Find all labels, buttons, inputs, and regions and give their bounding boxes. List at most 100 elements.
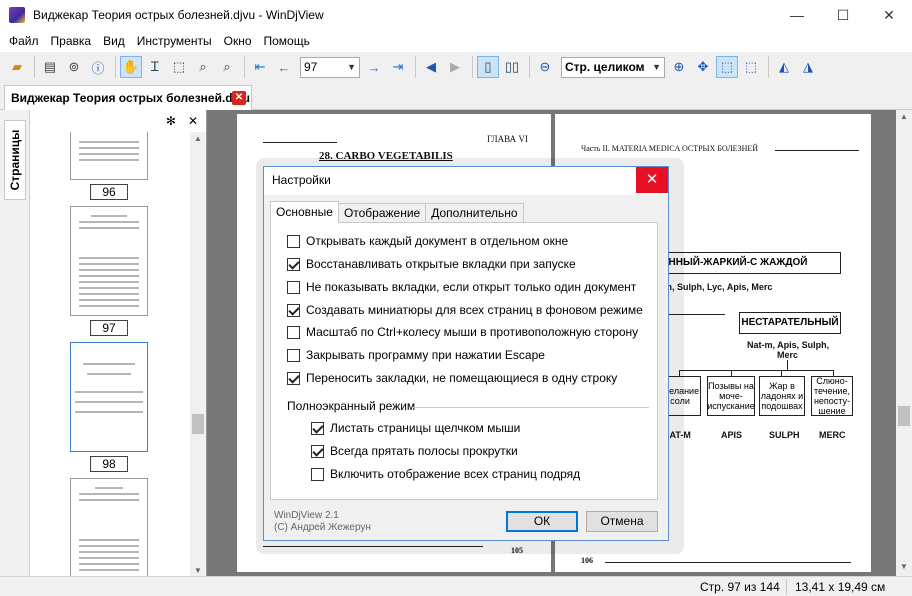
thumbnail-scrollbar[interactable]: ▲ ▼ bbox=[190, 132, 206, 580]
checkbox[interactable] bbox=[311, 421, 324, 435]
text-select-icon[interactable]: Ꮖ bbox=[144, 56, 166, 78]
rect-select-icon[interactable]: ⬚ bbox=[168, 56, 190, 78]
first-page-icon[interactable]: ⇤ bbox=[249, 56, 271, 78]
status-bar: Стр. 97 из 144 13,41 x 19,49 см bbox=[0, 576, 912, 596]
menu-window[interactable]: Окно bbox=[218, 30, 258, 52]
option-background-thumbs[interactable]: Создавать миниатюры для всех страниц в ф… bbox=[287, 303, 643, 317]
option-wrap-bookmarks[interactable]: Переносить закладки, не помещающиеся в о… bbox=[287, 371, 617, 385]
page-number-value: 97 bbox=[304, 60, 318, 74]
option-invert-zoom[interactable]: Масштаб по Ctrl+колесу мыши в противопол… bbox=[287, 325, 638, 339]
option-hide-scrollbars[interactable]: Всегда прятать полосы прокрутки bbox=[311, 444, 518, 458]
chevron-down-icon: ▼ bbox=[652, 62, 661, 72]
option-continuous[interactable]: Включить отображение всех страниц подряд bbox=[311, 467, 580, 481]
checkbox[interactable] bbox=[287, 303, 300, 317]
document-tab[interactable]: Виджекар Теория острых болезней.djvu ✕ bbox=[4, 85, 252, 110]
close-icon[interactable]: ✕ bbox=[188, 114, 198, 128]
checkbox[interactable] bbox=[311, 467, 324, 481]
last-page-icon[interactable]: ⇥ bbox=[387, 56, 409, 78]
checkbox[interactable] bbox=[287, 280, 300, 294]
option-label: Листать страницы щелчком мыши bbox=[330, 421, 521, 435]
title-bar: Виджекар Теория острых болезней.djvu - W… bbox=[0, 0, 912, 30]
option-close-escape[interactable]: Закрывать программу при нажатии Escape bbox=[287, 348, 545, 362]
option-label: Всегда прятать полосы прокрутки bbox=[330, 444, 518, 458]
book-layout-icon[interactable]: ▯▯ bbox=[501, 56, 523, 78]
checkbox[interactable] bbox=[287, 348, 300, 362]
leaf-label: SULPH bbox=[769, 430, 800, 440]
tab-pages[interactable]: Страницы bbox=[4, 120, 26, 200]
dialog-close-button[interactable]: ✕ bbox=[636, 167, 668, 193]
settings-dialog: Настройки ✕ Основные Отображение Дополни… bbox=[263, 166, 669, 541]
zoom-rect-icon[interactable]: ⌕ bbox=[192, 56, 214, 78]
prev-page-icon[interactable]: ← bbox=[273, 56, 295, 78]
scroll-up-icon[interactable]: ▲ bbox=[192, 134, 204, 146]
status-separator bbox=[786, 579, 787, 595]
tab-advanced[interactable]: Дополнительно bbox=[425, 203, 524, 223]
zoom-out-icon[interactable]: ⊖ bbox=[534, 56, 556, 78]
menu-tools[interactable]: Инструменты bbox=[131, 30, 218, 52]
sidebar-tabs: Страницы bbox=[0, 110, 30, 580]
checkbox[interactable] bbox=[287, 371, 300, 385]
scroll-down-icon[interactable]: ▼ bbox=[898, 562, 910, 574]
tab-display[interactable]: Отображение bbox=[337, 203, 427, 223]
menu-bar: Файл Правка Вид Инструменты Окно Помощь bbox=[0, 30, 912, 52]
menu-help[interactable]: Помощь bbox=[258, 30, 316, 52]
thumbnail-99[interactable] bbox=[70, 478, 148, 580]
group-divider bbox=[413, 407, 649, 408]
maximize-button[interactable]: ☐ bbox=[820, 0, 866, 30]
hand-tool-icon[interactable]: ✋ bbox=[120, 56, 142, 78]
fit-width-icon[interactable]: ✥ bbox=[692, 56, 714, 78]
close-window-button[interactable]: ✕ bbox=[866, 0, 912, 30]
rotate-right-icon[interactable]: ◮ bbox=[797, 56, 819, 78]
fit-page-icon[interactable]: ⬚ bbox=[716, 56, 738, 78]
scrollbar-thumb[interactable] bbox=[898, 406, 910, 426]
gear-icon[interactable]: ✻ bbox=[166, 114, 176, 128]
thumbnail-96[interactable] bbox=[70, 132, 148, 180]
scroll-up-icon[interactable]: ▲ bbox=[898, 112, 910, 124]
checkbox[interactable] bbox=[287, 234, 300, 248]
page-number-combo[interactable]: 97 ▼ bbox=[300, 56, 360, 78]
diagram-leaf: Слюно-течение, непосту-шение bbox=[811, 376, 853, 416]
document-scrollbar[interactable]: ▲ ▼ bbox=[896, 110, 912, 576]
next-page-icon[interactable]: → bbox=[363, 56, 385, 78]
checkbox[interactable] bbox=[311, 444, 324, 458]
option-restore-tabs[interactable]: Восстанавливать открытые вкладки при зап… bbox=[287, 257, 576, 271]
thumbnail-label: 97 bbox=[90, 320, 128, 336]
zoom-icon[interactable]: ⌕ bbox=[216, 56, 238, 78]
cancel-button[interactable]: Отмена bbox=[586, 511, 658, 532]
ok-button[interactable]: ОК bbox=[506, 511, 578, 532]
option-click-flip[interactable]: Листать страницы щелчком мыши bbox=[311, 421, 520, 435]
page-header: Часть II. MATERIA MEDICA ОСТРЫХ БОЛЕЗНЕЙ bbox=[581, 144, 759, 153]
print-icon[interactable]: ▤ bbox=[39, 56, 61, 78]
leaf-label: APIS bbox=[721, 430, 743, 440]
checkbox[interactable] bbox=[287, 325, 300, 339]
zoom-in-icon[interactable]: ⊕ bbox=[668, 56, 690, 78]
menu-edit[interactable]: Правка bbox=[45, 30, 98, 52]
back-icon[interactable]: ◀ bbox=[420, 56, 442, 78]
info-icon[interactable]: ⓘ bbox=[87, 56, 109, 78]
single-page-layout-icon[interactable]: ▯ bbox=[477, 56, 499, 78]
find-icon[interactable]: ⊚ bbox=[63, 56, 85, 78]
thumbnail-98[interactable] bbox=[70, 342, 148, 452]
thumbnail-list[interactable]: 96 97 98 bbox=[30, 132, 190, 580]
menu-view[interactable]: Вид bbox=[97, 30, 131, 52]
zoom-combo[interactable]: Стр. целиком ▼ bbox=[561, 56, 665, 78]
thumbnails-panel: ✻ ✕ 96 97 98 ▲ ▼ bbox=[30, 110, 206, 580]
option-label: Восстанавливать открытые вкладки при зап… bbox=[306, 257, 576, 271]
option-hide-tabs[interactable]: Не показывать вкладки, если открыт тольк… bbox=[287, 280, 636, 294]
thumbnail-97[interactable] bbox=[70, 206, 148, 316]
remedies-mid-1: Nat-m, Apis, Sulph, bbox=[747, 340, 830, 350]
menu-file[interactable]: Файл bbox=[3, 30, 45, 52]
zoom-value: Стр. целиком bbox=[565, 60, 645, 74]
option-separate-window[interactable]: Открывать каждый документ в отдельном ок… bbox=[287, 234, 568, 248]
fit-page-alt-icon[interactable]: ⬚ bbox=[740, 56, 762, 78]
rotate-left-icon[interactable]: ◭ bbox=[773, 56, 795, 78]
diagram-leaf: Позывы на моче-испускание bbox=[707, 376, 755, 416]
close-tab-icon[interactable]: ✕ bbox=[232, 91, 246, 105]
scrollbar-thumb[interactable] bbox=[192, 414, 204, 434]
checkbox[interactable] bbox=[287, 257, 300, 271]
tab-general[interactable]: Основные bbox=[270, 201, 339, 223]
minimize-button[interactable]: — bbox=[774, 0, 820, 30]
forward-icon[interactable]: ▶ bbox=[444, 56, 466, 78]
open-folder-icon[interactable]: ▰ bbox=[6, 56, 28, 78]
toolbar-separator bbox=[472, 56, 473, 78]
